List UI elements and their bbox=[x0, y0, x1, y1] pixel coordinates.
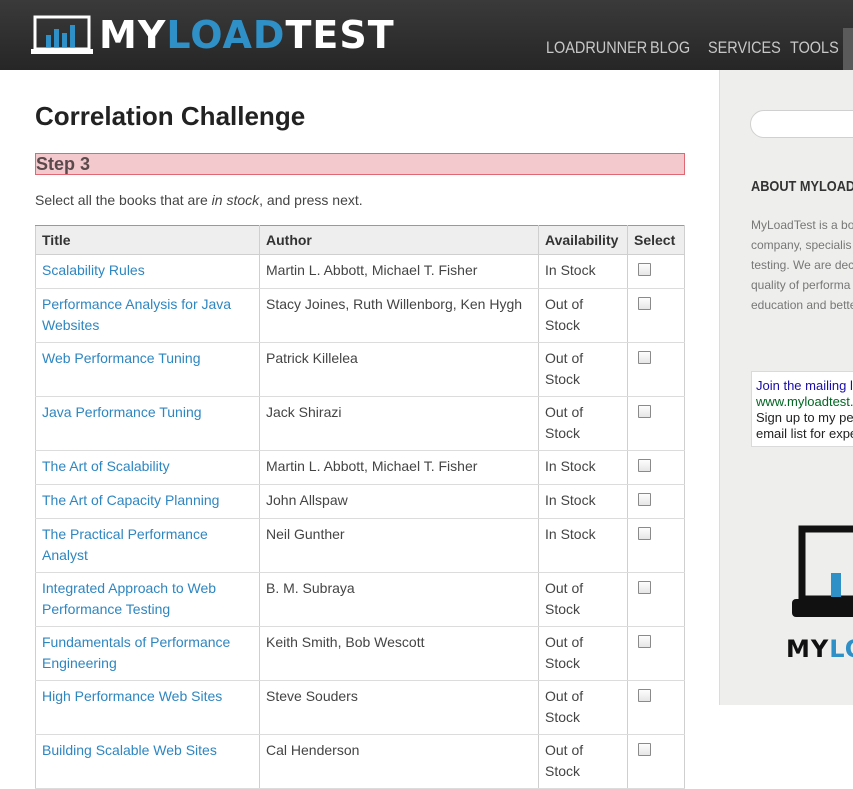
select-checkbox[interactable] bbox=[638, 743, 651, 756]
select-checkbox[interactable] bbox=[638, 581, 651, 594]
book-availability: Out of Stock bbox=[538, 626, 628, 681]
sidebar-logo-text: MYLO bbox=[786, 635, 853, 663]
header-availability: Availability bbox=[538, 225, 628, 255]
mailing-list-ad[interactable]: Join the mailing l www.myloadtest. Sign … bbox=[751, 371, 853, 447]
book-title-link[interactable]: Performance Analysis for Java Websites bbox=[42, 296, 231, 333]
book-title-link[interactable]: Java Performance Tuning bbox=[42, 404, 202, 420]
about-line: quality of performa bbox=[751, 278, 851, 292]
header-select: Select bbox=[627, 225, 685, 255]
select-checkbox[interactable] bbox=[638, 263, 651, 276]
book-title-link[interactable]: Building Scalable Web Sites bbox=[42, 742, 217, 758]
book-author: Jack Shirazi bbox=[259, 396, 539, 451]
table-row: The Practical Performance Analyst Neil G… bbox=[35, 518, 685, 573]
book-author: Stacy Joines, Ruth Willenborg, Ken Hygh bbox=[259, 288, 539, 343]
mailing-ad-title[interactable]: Join the mailing l bbox=[756, 378, 853, 394]
table-row: Integrated Approach to Web Performance T… bbox=[35, 572, 685, 627]
book-author: Cal Henderson bbox=[259, 734, 539, 789]
about-line: education and bette bbox=[751, 298, 853, 312]
mailing-ad-text: Sign up to my pe bbox=[756, 410, 853, 425]
book-availability: In Stock bbox=[538, 484, 628, 519]
book-availability: Out of Stock bbox=[538, 680, 628, 735]
book-author: Martin L. Abbott, Michael T. Fisher bbox=[259, 254, 539, 289]
book-availability: In Stock bbox=[538, 450, 628, 485]
book-title-link[interactable]: The Art of Scalability bbox=[42, 458, 170, 474]
book-availability: In Stock bbox=[538, 254, 628, 289]
select-checkbox[interactable] bbox=[638, 459, 651, 472]
site-logo[interactable]: MYLOADTEST bbox=[31, 14, 395, 56]
about-line: MyLoadTest is a bo bbox=[751, 218, 853, 232]
book-availability: Out of Stock bbox=[538, 396, 628, 451]
book-author: Patrick Killelea bbox=[259, 342, 539, 397]
mailing-ad-text: email list for expe bbox=[756, 426, 853, 441]
logo-text: MYLOADTEST bbox=[99, 13, 395, 57]
book-title-link[interactable]: High Performance Web Sites bbox=[42, 688, 222, 704]
table-row: Scalability Rules Martin L. Abbott, Mich… bbox=[35, 254, 685, 289]
book-title-link[interactable]: The Practical Performance Analyst bbox=[42, 526, 208, 563]
book-title-link[interactable]: Integrated Approach to Web Performance T… bbox=[42, 580, 216, 617]
select-checkbox[interactable] bbox=[638, 689, 651, 702]
select-checkbox[interactable] bbox=[638, 635, 651, 648]
table-row: Building Scalable Web Sites Cal Henderso… bbox=[35, 734, 685, 789]
about-text: MyLoadTest is a bo company, specialis te… bbox=[751, 215, 853, 315]
book-title-link[interactable]: Fundamentals of Performance Engineering bbox=[42, 634, 230, 671]
header-author: Author bbox=[259, 225, 539, 255]
table-row: Web Performance Tuning Patrick Killelea … bbox=[35, 342, 685, 397]
book-author: Steve Souders bbox=[259, 680, 539, 735]
about-line: company, specialis bbox=[751, 238, 852, 252]
book-availability: Out of Stock bbox=[538, 734, 628, 789]
select-checkbox[interactable] bbox=[638, 405, 651, 418]
select-checkbox[interactable] bbox=[638, 527, 651, 540]
site-header: MYLOADTEST LOADRUNNER BLOG SERVICES TOOL… bbox=[0, 0, 853, 70]
header-title: Title bbox=[35, 225, 260, 255]
book-author: B. M. Subraya bbox=[259, 572, 539, 627]
book-author: Keith Smith, Bob Wescott bbox=[259, 626, 539, 681]
laptop-logo-icon bbox=[792, 525, 853, 617]
table-row: Fundamentals of Performance Engineering … bbox=[35, 626, 685, 681]
table-row: The Art of Scalability Martin L. Abbott,… bbox=[35, 450, 685, 485]
book-title-link[interactable]: The Art of Capacity Planning bbox=[42, 492, 219, 508]
book-title-link[interactable]: Web Performance Tuning bbox=[42, 350, 201, 366]
select-checkbox[interactable] bbox=[638, 493, 651, 506]
book-author: Martin L. Abbott, Michael T. Fisher bbox=[259, 450, 539, 485]
book-availability: Out of Stock bbox=[538, 572, 628, 627]
book-availability: Out of Stock bbox=[538, 342, 628, 397]
book-title-link[interactable]: Scalability Rules bbox=[42, 262, 145, 278]
select-checkbox[interactable] bbox=[638, 297, 651, 310]
nav-services[interactable]: SERVICES bbox=[708, 38, 781, 58]
search-input[interactable] bbox=[750, 110, 853, 138]
nav-loadrunner[interactable]: LOADRUNNER bbox=[546, 38, 647, 58]
mailing-ad-url: www.myloadtest. bbox=[756, 394, 853, 409]
table-row: Performance Analysis for Java Websites S… bbox=[35, 288, 685, 343]
select-checkbox[interactable] bbox=[638, 351, 651, 364]
table-row: The Art of Capacity Planning John Allspa… bbox=[35, 484, 685, 519]
page-title: Correlation Challenge bbox=[35, 101, 306, 131]
laptop-chart-icon bbox=[31, 15, 93, 54]
instruction-text: Select all the books that are in stock, … bbox=[35, 192, 363, 208]
book-author: John Allspaw bbox=[259, 484, 539, 519]
book-author: Neil Gunther bbox=[259, 518, 539, 573]
nav-tools[interactable]: TOOLS bbox=[790, 38, 839, 58]
books-table: Title Author Availability Select Scalabi… bbox=[35, 225, 685, 789]
sidebar: ABOUT MYLOADTI MyLoadTest is a bo compan… bbox=[719, 70, 853, 705]
main-nav: LOADRUNNER BLOG SERVICES TOOLS bbox=[546, 38, 840, 58]
book-availability: Out of Stock bbox=[538, 288, 628, 343]
book-availability: In Stock bbox=[538, 518, 628, 573]
table-row: High Performance Web Sites Steve Souders… bbox=[35, 680, 685, 735]
about-title: ABOUT MYLOADTI bbox=[751, 178, 853, 195]
nav-overflow-item[interactable] bbox=[843, 28, 853, 70]
about-line: testing. We are dec bbox=[751, 258, 853, 272]
table-row: Java Performance Tuning Jack Shirazi Out… bbox=[35, 396, 685, 451]
nav-blog[interactable]: BLOG bbox=[650, 38, 699, 58]
step-heading: Step 3 bbox=[35, 153, 685, 175]
